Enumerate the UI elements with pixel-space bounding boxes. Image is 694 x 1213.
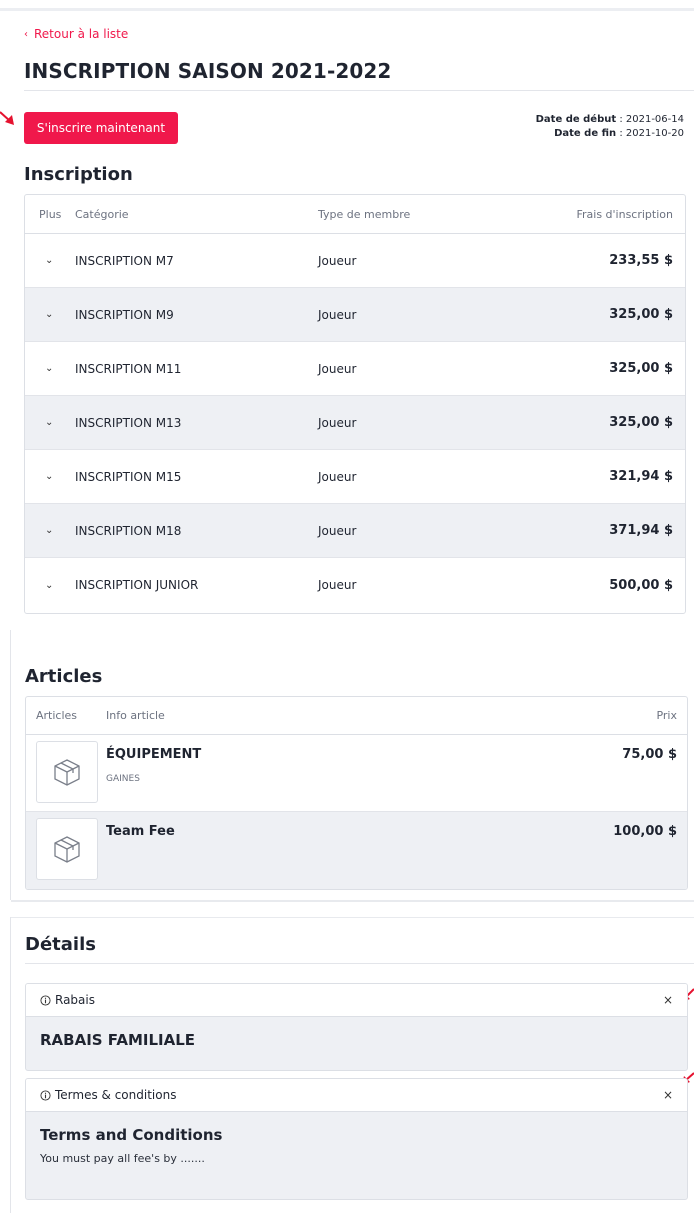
col-articles: Articles: [36, 709, 78, 722]
row-category: INSCRIPTION M13: [75, 415, 182, 430]
row-fee: 325,00 $: [609, 361, 673, 376]
title-divider: [24, 90, 694, 91]
panel-label-text: Rabais: [55, 993, 95, 1007]
box-icon: [36, 818, 98, 880]
panel-title: RABAIS FAMILIALE: [40, 1031, 196, 1049]
panel-body: RABAIS FAMILIALE: [26, 1017, 687, 1063]
table-header: Plus Catégorie Type de membre Frais d'in…: [25, 195, 685, 234]
table-row[interactable]: ⌄ INSCRIPTION M15 Joueur 321,94 $: [25, 450, 685, 504]
panel-header: Rabais ×: [26, 984, 687, 1017]
table-row[interactable]: ⌄ INSCRIPTION M11 Joueur 325,00 $: [25, 342, 685, 396]
details-divider: [25, 963, 694, 964]
close-icon[interactable]: ×: [663, 993, 673, 1007]
panel-label: Termes & conditions: [40, 1088, 176, 1102]
article-info: ÉQUIPEMENT GAINES: [106, 735, 537, 784]
col-category: Catégorie: [75, 207, 129, 221]
panel-text: You must pay all fee's by .......: [40, 1152, 205, 1165]
inscription-table: Plus Catégorie Type de membre Frais d'in…: [24, 194, 686, 614]
panel-body: Terms and Conditions You must pay all fe…: [26, 1112, 687, 1179]
start-date-value: : 2021-06-14: [619, 114, 684, 125]
article-info: Team Fee: [106, 812, 537, 839]
col-plus: Plus: [39, 207, 62, 221]
start-date: Date de début : 2021-06-14: [536, 113, 684, 127]
row-member-type: Joueur: [318, 253, 357, 268]
row-category: INSCRIPTION M9: [75, 307, 174, 322]
end-date: Date de fin : 2021-10-20: [536, 127, 684, 141]
inscription-heading: Inscription: [24, 164, 133, 185]
chevron-down-icon[interactable]: ⌄: [25, 417, 75, 428]
row-fee: 371,94 $: [609, 523, 673, 538]
close-icon[interactable]: ×: [663, 1088, 673, 1102]
end-date-value: : 2021-10-20: [619, 128, 684, 139]
article-price: 75,00 $: [622, 747, 677, 762]
col-member-type: Type de membre: [318, 207, 411, 221]
row-fee: 233,55 $: [609, 253, 673, 268]
list-item: ÉQUIPEMENT GAINES 75,00 $: [26, 735, 687, 812]
chevron-down-icon[interactable]: ⌄: [25, 309, 75, 320]
season-card: ‹ Retour à la liste INSCRIPTION SAISON 2…: [10, 14, 694, 624]
page-title: INSCRIPTION SAISON 2021-2022: [24, 59, 392, 83]
terms-panel: Termes & conditions × Terms and Conditio…: [25, 1078, 688, 1200]
article-price: 100,00 $: [613, 824, 677, 839]
row-member-type: Joueur: [318, 469, 357, 484]
row-fee: 325,00 $: [609, 415, 673, 430]
chevron-down-icon[interactable]: ⌄: [25, 525, 75, 536]
row-category: INSCRIPTION M11: [75, 361, 182, 376]
panel-title: Terms and Conditions: [40, 1126, 223, 1144]
info-icon: [40, 994, 51, 1006]
article-thumb-cell: [26, 735, 106, 803]
col-article-info: Info article: [106, 709, 165, 722]
discount-panel: Rabais × RABAIS FAMILIALE: [25, 983, 688, 1071]
row-category: INSCRIPTION M18: [75, 523, 182, 538]
list-item: Team Fee 100,00 $: [26, 812, 687, 889]
article-name: ÉQUIPEMENT: [106, 747, 202, 762]
col-fee: Frais d'inscription: [576, 207, 673, 221]
back-label: Retour à la liste: [34, 27, 129, 41]
register-now-button[interactable]: S'inscrire maintenant: [24, 112, 178, 144]
chevron-left-icon: ‹: [24, 28, 28, 40]
col-price: Prix: [656, 709, 677, 722]
panel-label-text: Termes & conditions: [55, 1088, 177, 1102]
table-row[interactable]: ⌄ INSCRIPTION M9 Joueur 325,00 $: [25, 288, 685, 342]
panel-label: Rabais: [40, 993, 95, 1007]
article-subtitle: GAINES: [106, 774, 140, 784]
articles-table: Articles Info article Prix ÉQUIPEMENT GA…: [25, 696, 688, 890]
end-date-label: Date de fin: [554, 128, 617, 139]
table-row[interactable]: ⌄ INSCRIPTION M7 Joueur 233,55 $: [25, 234, 685, 288]
season-dates: Date de début : 2021-06-14 Date de fin :…: [536, 113, 684, 141]
panel-header: Termes & conditions ×: [26, 1079, 687, 1112]
start-date-label: Date de début: [535, 114, 617, 125]
row-category: INSCRIPTION JUNIOR: [75, 578, 199, 592]
table-row[interactable]: ⌄ INSCRIPTION M13 Joueur 325,00 $: [25, 396, 685, 450]
row-member-type: Joueur: [318, 361, 357, 376]
row-category: INSCRIPTION M15: [75, 469, 182, 484]
chevron-down-icon[interactable]: ⌄: [25, 580, 75, 591]
articles-card: Articles Articles Info article Prix ÉQUI…: [11, 650, 694, 902]
info-icon: [40, 1089, 51, 1101]
chevron-down-icon[interactable]: ⌄: [25, 471, 75, 482]
row-member-type: Joueur: [318, 415, 357, 430]
top-divider: [0, 8, 694, 11]
articles-heading: Articles: [25, 666, 103, 687]
chevron-down-icon[interactable]: ⌄: [25, 363, 75, 374]
row-fee: 325,00 $: [609, 307, 673, 322]
row-member-type: Joueur: [318, 523, 357, 538]
table-header: Articles Info article Prix: [26, 697, 687, 735]
table-row[interactable]: ⌄ INSCRIPTION M18 Joueur 371,94 $: [25, 504, 685, 558]
details-card: Détails Rabais × RABAIS FAMILIALE Termes…: [11, 917, 694, 1213]
article-thumb-cell: [26, 812, 106, 880]
back-link[interactable]: ‹ Retour à la liste: [24, 27, 128, 41]
details-heading: Détails: [25, 934, 96, 955]
article-name: Team Fee: [106, 824, 175, 839]
box-icon: [36, 741, 98, 803]
row-member-type: Joueur: [318, 307, 357, 322]
chevron-down-icon[interactable]: ⌄: [25, 255, 75, 266]
table-row[interactable]: ⌄ INSCRIPTION JUNIOR Joueur 500,00 $: [25, 558, 685, 612]
row-category: INSCRIPTION M7: [75, 253, 174, 268]
row-fee: 500,00 $: [609, 577, 673, 593]
row-member-type: Joueur: [318, 578, 357, 592]
row-fee: 321,94 $: [609, 469, 673, 484]
